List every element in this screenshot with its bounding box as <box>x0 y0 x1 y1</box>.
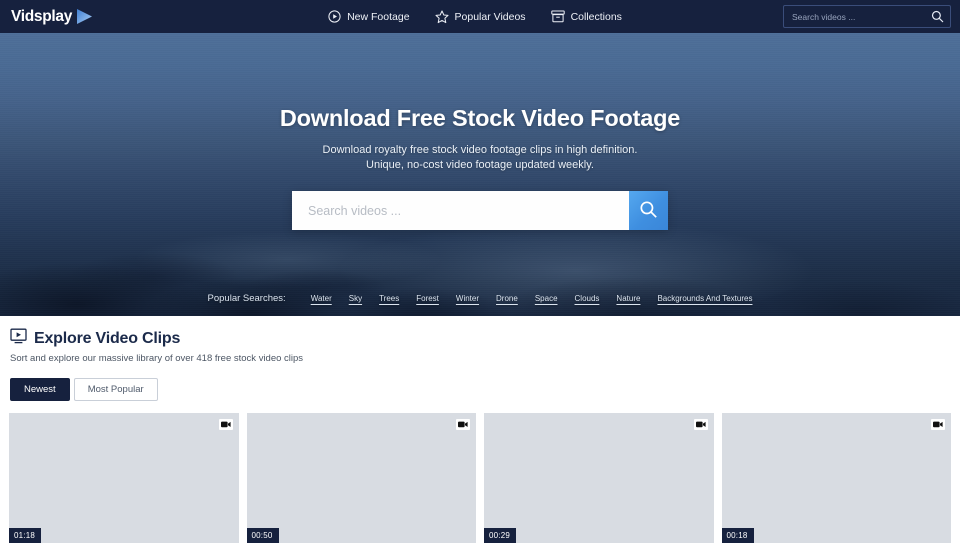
page-title: Explore Video Clips <box>34 329 181 347</box>
search-icon <box>639 200 658 222</box>
video-card[interactable]: 00:29 <box>484 413 714 543</box>
video-player-icon <box>10 328 27 349</box>
nav-item-collections[interactable]: Collections <box>550 10 622 23</box>
sort-button-most-popular[interactable]: Most Popular <box>73 378 158 401</box>
popular-search-tag-forest[interactable]: Forest <box>416 294 439 303</box>
video-camera-icon <box>218 419 233 430</box>
video-grid: 01:18 00:50 00:29 00:18 <box>0 413 960 543</box>
video-camera-icon <box>931 419 945 430</box>
video-camera-icon <box>456 419 470 430</box>
hero-search-input[interactable] <box>292 191 629 230</box>
popular-search-tag-winter[interactable]: Winter <box>456 294 479 303</box>
top-navbar: Vidsplay New Footage Popular Videos Coll… <box>0 0 960 33</box>
search-icon[interactable] <box>931 10 944 23</box>
hero-subtitle-line-2: Unique, no-cost video footage updated we… <box>366 158 594 171</box>
popular-search-tag-space[interactable]: Space <box>535 294 558 303</box>
archive-box-icon <box>550 10 565 23</box>
nav-item-popular-videos[interactable]: Popular Videos <box>435 10 526 24</box>
explore-subtitle: Sort and explore our massive library of … <box>10 353 304 364</box>
nav-item-label: Popular Videos <box>454 10 526 23</box>
video-card[interactable]: 00:50 <box>246 413 476 543</box>
popular-search-tag-backgrounds-and-textures[interactable]: Backgrounds And Textures <box>657 294 752 303</box>
nav-item-label: Collections <box>570 10 622 23</box>
popular-search-tag-nature[interactable]: Nature <box>616 294 640 303</box>
popular-searches-label: Popular Searches: <box>207 293 286 304</box>
video-duration-badge: 00:50 <box>246 528 279 543</box>
sort-button-newest[interactable]: Newest <box>10 378 70 401</box>
nav-links: New Footage Popular Videos Collections <box>328 10 622 24</box>
popular-search-tag-drone[interactable]: Drone <box>496 294 518 303</box>
video-card[interactable]: 01:18 <box>9 413 239 543</box>
video-duration-badge: 00:18 <box>721 528 754 543</box>
explore-section: Explore Video Clips Sort and explore our… <box>0 316 960 401</box>
video-card[interactable]: 00:18 <box>721 413 951 543</box>
hero-section: Download Free Stock Video Footage Downlo… <box>0 33 960 316</box>
brand-name: Vidsplay <box>11 7 73 25</box>
hero-subtitle-line-1: Download royalty free stock video footag… <box>322 144 638 156</box>
popular-search-tag-water[interactable]: Water <box>311 294 332 303</box>
hero-search-button[interactable] <box>629 191 668 230</box>
sort-controls: Newest Most Popular <box>10 378 950 401</box>
play-circle-icon <box>328 10 341 23</box>
popular-searches: Popular Searches: Water Sky Trees Forest… <box>0 293 960 304</box>
navbar-search-input[interactable] <box>792 11 931 22</box>
hero-search[interactable] <box>292 191 668 230</box>
video-duration-badge: 01:18 <box>9 528 42 543</box>
video-duration-badge: 00:29 <box>484 528 517 543</box>
nav-item-new-footage[interactable]: New Footage <box>328 10 410 23</box>
popular-search-tag-sky[interactable]: Sky <box>349 294 362 303</box>
play-triangle-icon <box>76 8 93 25</box>
hero-subtitle: Download royalty free stock video footag… <box>323 143 638 172</box>
popular-search-tag-clouds[interactable]: Clouds <box>575 294 600 303</box>
navbar-search[interactable] <box>783 5 951 28</box>
video-camera-icon <box>693 419 708 430</box>
brand-logo[interactable]: Vidsplay <box>11 8 93 26</box>
star-icon <box>435 10 449 24</box>
nav-item-label: New Footage <box>347 10 410 23</box>
popular-search-tag-trees[interactable]: Trees <box>379 294 399 303</box>
hero-title: Download Free Stock Video Footage <box>279 105 681 131</box>
